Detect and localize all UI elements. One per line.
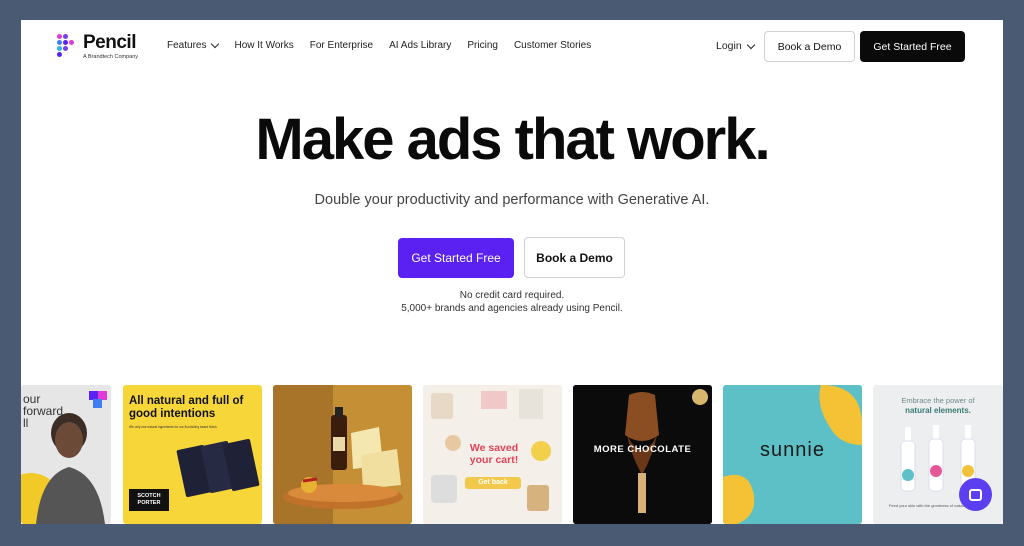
nav-ai-ads-library[interactable]: AI Ads Library [389, 40, 451, 51]
nav-get-started-button[interactable]: Get Started Free [860, 31, 965, 62]
logo-tagline: A Brandtech Company [83, 54, 139, 60]
login-menu[interactable]: Login [716, 40, 755, 52]
chevron-down-icon [211, 39, 220, 49]
sunnie-brand-text: sunnie [760, 439, 825, 461]
nav-for-enterprise[interactable]: For Enterprise [310, 40, 373, 51]
nav-features-label: Features [167, 40, 207, 51]
ad-card-cart-reminder[interactable]: We saved your cart! Get back [423, 385, 562, 524]
nav-customer-stories[interactable]: Customer Stories [514, 40, 591, 51]
ad-card-whisky-cheese[interactable] [273, 385, 412, 524]
pencil-logo[interactable]: Pencil A Brandtech Company [57, 32, 157, 62]
portrait-ad-text: our forward ll [23, 392, 64, 430]
nav-how-it-works[interactable]: How It Works [234, 40, 293, 51]
nav-pricing[interactable]: Pricing [467, 40, 498, 51]
whisky-cheese-illustration [273, 385, 412, 524]
chat-icon [969, 488, 982, 501]
nav-features[interactable]: Features [167, 39, 220, 51]
scotch-porter-brand: SCOTCH PORTER [137, 493, 161, 506]
chat-launcher-button[interactable] [959, 478, 992, 511]
ad-card-scotch-porter[interactable]: All natural and full of good intentions … [123, 385, 262, 524]
cart-reminder-cta: Get back [478, 479, 508, 486]
ad-card-sunnie[interactable]: sunnie [723, 385, 862, 524]
hero-get-started-button[interactable]: Get Started Free [398, 238, 514, 278]
nav-book-demo-button[interactable]: Book a Demo [764, 31, 855, 62]
hero-subtitle: Double your productivity and performance… [314, 192, 710, 208]
hero-book-demo-button[interactable]: Book a Demo [524, 237, 625, 278]
logo-name: Pencil [83, 32, 136, 53]
brands-count-note: 5,000+ brands and agencies already using… [401, 303, 623, 314]
no-credit-card-note: No credit card required. [459, 290, 565, 301]
cart-reminder-text: We saved your cart! [469, 442, 519, 466]
page-frame: Pencil A Brandtech Company Features How … [21, 20, 1003, 524]
chevron-down-icon [746, 40, 755, 49]
main-nav: Features How It Works For Enterprise AI … [167, 39, 607, 51]
ad-card-portrait[interactable]: our forward ll [21, 385, 111, 524]
magnum-text: MORE CHOCOLATE [593, 444, 692, 455]
login-label: Login [716, 40, 742, 52]
hero-title: Make ads that work. [255, 107, 770, 172]
ad-card-magnum[interactable]: MORE CHOCOLATE [573, 385, 712, 524]
pencil-logo-icon [57, 34, 75, 60]
